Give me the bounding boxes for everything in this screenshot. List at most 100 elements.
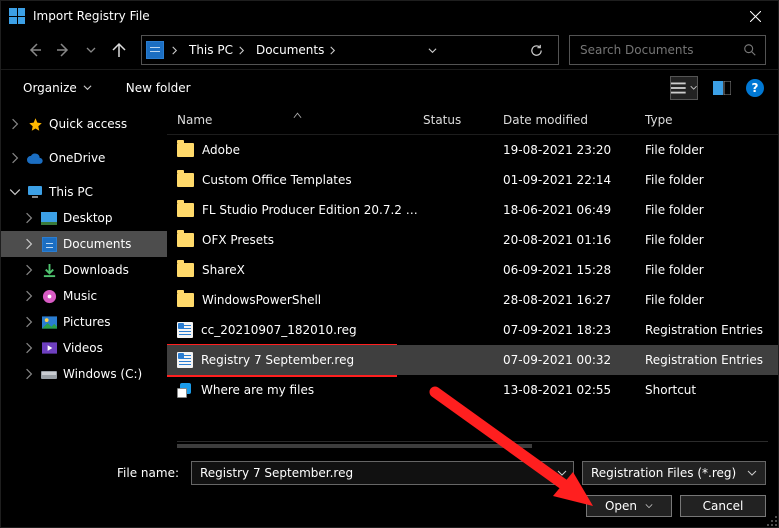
- file-name: cc_20210907_182010.reg: [201, 323, 357, 337]
- preview-pane-button[interactable]: [708, 76, 736, 100]
- up-button[interactable]: [107, 38, 131, 62]
- chevron-right-icon[interactable]: [9, 152, 21, 164]
- tree-downloads[interactable]: Downloads: [1, 257, 167, 283]
- tree-documents[interactable]: Documents: [1, 231, 167, 257]
- new-folder-label: New folder: [126, 81, 191, 95]
- close-button[interactable]: [733, 1, 778, 31]
- filename-input[interactable]: [198, 465, 557, 481]
- close-icon: [750, 11, 761, 22]
- tree-label: Downloads: [63, 263, 129, 277]
- navigation-bar: This PC Documents: [1, 31, 778, 69]
- new-folder-button[interactable]: New folder: [118, 78, 199, 98]
- file-row[interactable]: Where are my files13-08-2021 02:55Shortc…: [167, 375, 778, 405]
- chevron-down-icon[interactable]: [557, 468, 567, 478]
- chevron-right-icon[interactable]: [23, 212, 35, 224]
- breadcrumb-current[interactable]: Documents: [252, 41, 341, 59]
- chevron-down-icon: [86, 45, 96, 55]
- chevron-right-icon[interactable]: [23, 368, 35, 380]
- chevron-right-icon: [170, 46, 179, 55]
- chevron-right-icon[interactable]: [23, 238, 35, 250]
- column-date[interactable]: Date modified: [503, 113, 645, 127]
- address-bar[interactable]: This PC Documents: [141, 35, 559, 65]
- file-row[interactable]: ShareX06-09-2021 15:28File folder: [167, 255, 778, 285]
- tree-videos[interactable]: Videos: [1, 335, 167, 361]
- recent-locations-button[interactable]: [79, 38, 103, 62]
- file-rows[interactable]: Adobe19-08-2021 23:20File folderCustom O…: [167, 135, 778, 437]
- file-date: 07-09-2021 00:32: [503, 353, 645, 367]
- chevron-down-icon: [747, 468, 757, 478]
- file-name: Where are my files: [201, 383, 314, 397]
- shortcut-icon: [177, 382, 193, 398]
- tree-desktop[interactable]: Desktop: [1, 205, 167, 231]
- refresh-icon: [529, 43, 544, 58]
- tree-label: This PC: [49, 185, 93, 199]
- chevron-down-icon: [690, 84, 697, 91]
- pictures-icon: [41, 314, 57, 330]
- file-row[interactable]: Custom Office Templates01-09-2021 22:14F…: [167, 165, 778, 195]
- chevron-right-icon[interactable]: [9, 118, 21, 130]
- tree-label: Pictures: [63, 315, 111, 329]
- breadcrumb-root-label: This PC: [189, 43, 233, 57]
- file-type-filter[interactable]: Registration Files (*.reg): [582, 461, 766, 485]
- address-dropdown[interactable]: [424, 44, 441, 57]
- videos-icon: [41, 340, 57, 356]
- breadcrumb-root[interactable]: This PC: [185, 41, 250, 59]
- tree-this-pc[interactable]: This PC: [1, 179, 167, 205]
- tree-quick-access[interactable]: Quick access: [1, 111, 167, 137]
- search-box[interactable]: [569, 35, 766, 65]
- file-row[interactable]: Adobe19-08-2021 23:20File folder: [167, 135, 778, 165]
- column-status[interactable]: Status: [423, 113, 503, 127]
- chevron-right-icon[interactable]: [23, 264, 35, 276]
- chevron-right-icon: [328, 46, 337, 55]
- tree-label: Quick access: [49, 117, 127, 131]
- filename-combobox[interactable]: [191, 461, 574, 485]
- back-button[interactable]: [23, 38, 47, 62]
- chevron-right-icon[interactable]: [23, 316, 35, 328]
- file-name: Adobe: [202, 143, 240, 157]
- tree-onedrive[interactable]: OneDrive: [1, 145, 167, 171]
- forward-button[interactable]: [51, 38, 75, 62]
- help-button[interactable]: ?: [746, 79, 764, 97]
- column-name[interactable]: Name: [177, 113, 423, 127]
- chevron-right-icon[interactable]: [23, 342, 35, 354]
- breadcrumb-current-label: Documents: [256, 43, 324, 57]
- downloads-icon: [41, 262, 57, 278]
- tree-windows-c[interactable]: Windows (C:): [1, 361, 167, 387]
- chevron-right-icon[interactable]: [23, 290, 35, 302]
- navigation-tree[interactable]: Quick access OneDrive This PC Desktop: [1, 105, 167, 451]
- organize-menu[interactable]: Organize: [15, 78, 100, 98]
- refresh-button[interactable]: [524, 38, 548, 62]
- file-type: File folder: [645, 203, 778, 217]
- dialog-body: Quick access OneDrive This PC Desktop: [1, 105, 778, 451]
- folder-icon: [177, 173, 194, 187]
- file-date: 18-06-2021 06:49: [503, 203, 645, 217]
- list-view-icon: [671, 82, 686, 94]
- view-mode-button[interactable]: [670, 76, 698, 100]
- tree-music[interactable]: Music: [1, 283, 167, 309]
- chevron-down-icon: [428, 46, 437, 55]
- file-type: File folder: [645, 263, 778, 277]
- file-row[interactable]: FL Studio Producer Edition 20.7.2 Build …: [167, 195, 778, 225]
- open-button[interactable]: Open: [586, 495, 672, 517]
- file-row[interactable]: WindowsPowerShell28-08-2021 16:27File fo…: [167, 285, 778, 315]
- tree-label: Windows (C:): [63, 367, 142, 381]
- tree-label: Desktop: [63, 211, 113, 225]
- tree-pictures[interactable]: Pictures: [1, 309, 167, 335]
- drive-icon: [41, 366, 57, 382]
- chevron-down-icon: [83, 83, 92, 92]
- column-headers: Name Status Date modified Type: [167, 105, 778, 135]
- file-type: Registration Entries: [645, 353, 778, 367]
- horizontal-scrollbar[interactable]: [177, 441, 768, 451]
- split-chevron-icon: [645, 502, 653, 510]
- chevron-down-icon[interactable]: [9, 186, 21, 198]
- search-icon: [743, 43, 757, 57]
- column-type[interactable]: Type: [645, 113, 778, 127]
- cancel-button[interactable]: Cancel: [680, 495, 766, 517]
- file-row[interactable]: cc_20210907_182010.reg07-09-2021 18:23Re…: [167, 315, 778, 345]
- scrollbar-thumb[interactable]: [177, 444, 532, 448]
- search-input[interactable]: [578, 42, 743, 58]
- breadcrumb-chevron[interactable]: [166, 44, 183, 57]
- file-name: ShareX: [202, 263, 245, 277]
- file-row[interactable]: Registry 7 September.reg07-09-2021 00:32…: [167, 345, 778, 375]
- file-row[interactable]: OFX Presets20-08-2021 01:16File folder: [167, 225, 778, 255]
